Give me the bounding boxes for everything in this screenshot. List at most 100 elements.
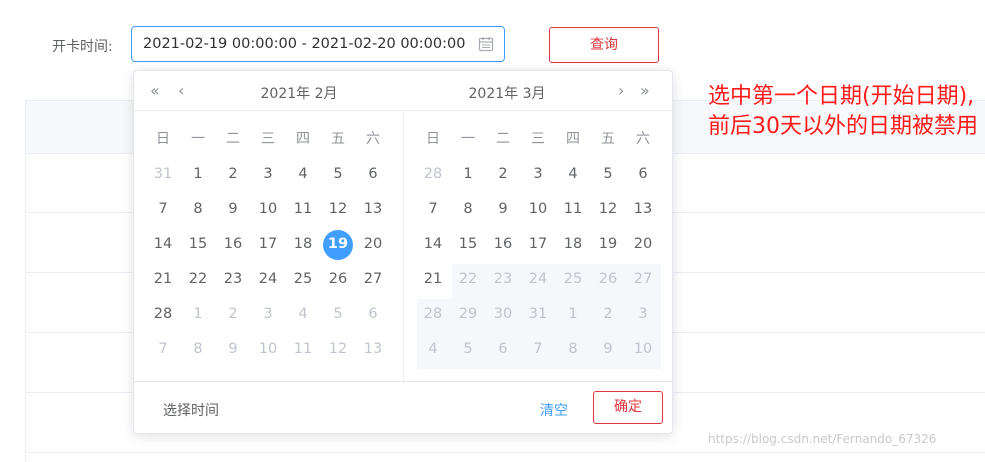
day-cell: 11	[293, 341, 313, 357]
day-cell[interactable]: 4	[287, 161, 319, 187]
day-cell: 6	[368, 306, 378, 322]
query-button[interactable]: 查询	[549, 27, 659, 63]
day-cell: 2	[228, 306, 238, 322]
day-cell[interactable]: 28	[147, 301, 179, 327]
day-cell[interactable]: 9	[487, 196, 519, 222]
day-cell[interactable]: 25	[287, 266, 319, 292]
watermark: https://blog.csdn.net/Fernando_67326	[708, 432, 937, 446]
day-cell[interactable]: 11	[287, 196, 319, 222]
day-cell[interactable]: 15	[182, 231, 214, 257]
date-range-picker: « ‹ 2021年 2月 2021年 3月 › » 日一二三四五六 31 1 2 3 4 5…	[133, 70, 673, 434]
day-cell[interactable]: 13	[357, 196, 389, 222]
day-cell[interactable]: 18	[287, 231, 319, 257]
date-range-input[interactable]: 2021-02-19 00:00:00 - 2021-02-20 00:00:0…	[131, 26, 505, 62]
day-cell[interactable]: 5	[322, 161, 354, 187]
day-cell[interactable]: 2	[487, 161, 519, 187]
day-cell[interactable]: 14	[147, 231, 179, 257]
day-cell[interactable]: 12	[322, 196, 354, 222]
day-cell[interactable]: 3	[522, 161, 554, 187]
disabled-day-cell: 10	[633, 341, 653, 357]
selected-day-cell[interactable]: 19	[322, 231, 354, 257]
prev-year-icon[interactable]: «	[150, 81, 160, 100]
annotation-note: 选中第一个日期(开始日期),前后30天以外的日期被禁用	[708, 84, 978, 139]
day-cell[interactable]: 7	[147, 196, 179, 222]
weekday-header: 日	[426, 131, 440, 147]
day-cell[interactable]: 22	[182, 266, 214, 292]
weekday-header: 六	[636, 131, 650, 147]
day-cell[interactable]: 10	[252, 196, 284, 222]
disabled-day-cell: 6	[498, 341, 508, 357]
weekday-header: 五	[601, 131, 615, 147]
day-cell[interactable]: 20	[627, 231, 659, 257]
day-cell[interactable]: 3	[252, 161, 284, 187]
day-cell[interactable]: 17	[522, 231, 554, 257]
day-cell[interactable]: 6	[627, 161, 659, 187]
weekday-header: 二	[226, 131, 240, 147]
next-year-icon[interactable]: »	[640, 81, 650, 100]
day-cell[interactable]: 7	[417, 196, 449, 222]
day-cell[interactable]: 2	[217, 161, 249, 187]
day-cell: 28	[423, 166, 443, 182]
day-cell: 1	[193, 306, 203, 322]
day-cell[interactable]: 15	[452, 231, 484, 257]
disabled-day-cell: 7	[533, 341, 543, 357]
day-cell[interactable]: 18	[557, 231, 589, 257]
day-cell[interactable]: 4	[557, 161, 589, 187]
disabled-day-cell: 24	[528, 271, 548, 287]
day-cell[interactable]: 13	[627, 196, 659, 222]
day-cell[interactable]: 16	[217, 231, 249, 257]
left-month-title: 2021年 2月	[260, 86, 338, 102]
disabled-day-cell: 22	[458, 271, 478, 287]
disabled-day-cell: 27	[633, 271, 653, 287]
day-cell[interactable]: 8	[182, 196, 214, 222]
weekday-header: 四	[566, 131, 580, 147]
disabled-day-cell: 2	[603, 306, 613, 322]
day-cell[interactable]: 23	[217, 266, 249, 292]
disabled-day-cell: 4	[428, 341, 438, 357]
right-month-title: 2021年 3月	[468, 86, 546, 102]
day-cell[interactable]: 21	[147, 266, 179, 292]
next-month-icon[interactable]: ›	[618, 81, 624, 100]
day-cell[interactable]: 14	[417, 231, 449, 257]
day-cell: 12	[328, 341, 348, 357]
day-cell[interactable]: 11	[557, 196, 589, 222]
disabled-day-cell: 29	[458, 306, 478, 322]
disabled-day-cell: 8	[568, 341, 578, 357]
disabled-day-cell: 5	[463, 341, 473, 357]
disabled-day-cell: 3	[638, 306, 648, 322]
weekday-header: 二	[496, 131, 510, 147]
day-cell[interactable]: 10	[522, 196, 554, 222]
confirm-button[interactable]: 确定	[593, 391, 663, 424]
day-cell[interactable]: 6	[357, 161, 389, 187]
disabled-day-cell: 9	[603, 341, 613, 357]
weekday-header: 日	[156, 131, 170, 147]
day-cell[interactable]: 5	[592, 161, 624, 187]
prev-month-icon[interactable]: ‹	[178, 81, 184, 100]
day-cell[interactable]: 9	[217, 196, 249, 222]
day-cell[interactable]: 19	[592, 231, 624, 257]
day-cell: 13	[363, 341, 383, 357]
disabled-day-cell: 1	[568, 306, 578, 322]
day-cell[interactable]: 17	[252, 231, 284, 257]
day-cell[interactable]: 26	[322, 266, 354, 292]
footer-divider	[134, 381, 672, 382]
weekday-header: 一	[461, 131, 475, 147]
day-cell: 9	[228, 341, 238, 357]
day-cell: 10	[258, 341, 278, 357]
day-cell[interactable]: 16	[487, 231, 519, 257]
day-cell: 3	[263, 306, 273, 322]
clear-button[interactable]: 清空	[540, 400, 568, 420]
calendar-icon[interactable]	[478, 36, 494, 56]
day-cell[interactable]: 27	[357, 266, 389, 292]
day-cell[interactable]: 21	[417, 266, 449, 292]
day-cell: 31	[153, 166, 173, 182]
select-time-link[interactable]: 选择时间	[163, 400, 219, 420]
day-cell[interactable]: 1	[452, 161, 484, 187]
day-cell[interactable]: 20	[357, 231, 389, 257]
disabled-day-cell: 26	[598, 271, 618, 287]
day-cell[interactable]: 24	[252, 266, 284, 292]
day-cell[interactable]: 1	[182, 161, 214, 187]
day-cell[interactable]: 12	[592, 196, 624, 222]
day-cell[interactable]: 8	[452, 196, 484, 222]
weekday-header: 四	[296, 131, 310, 147]
